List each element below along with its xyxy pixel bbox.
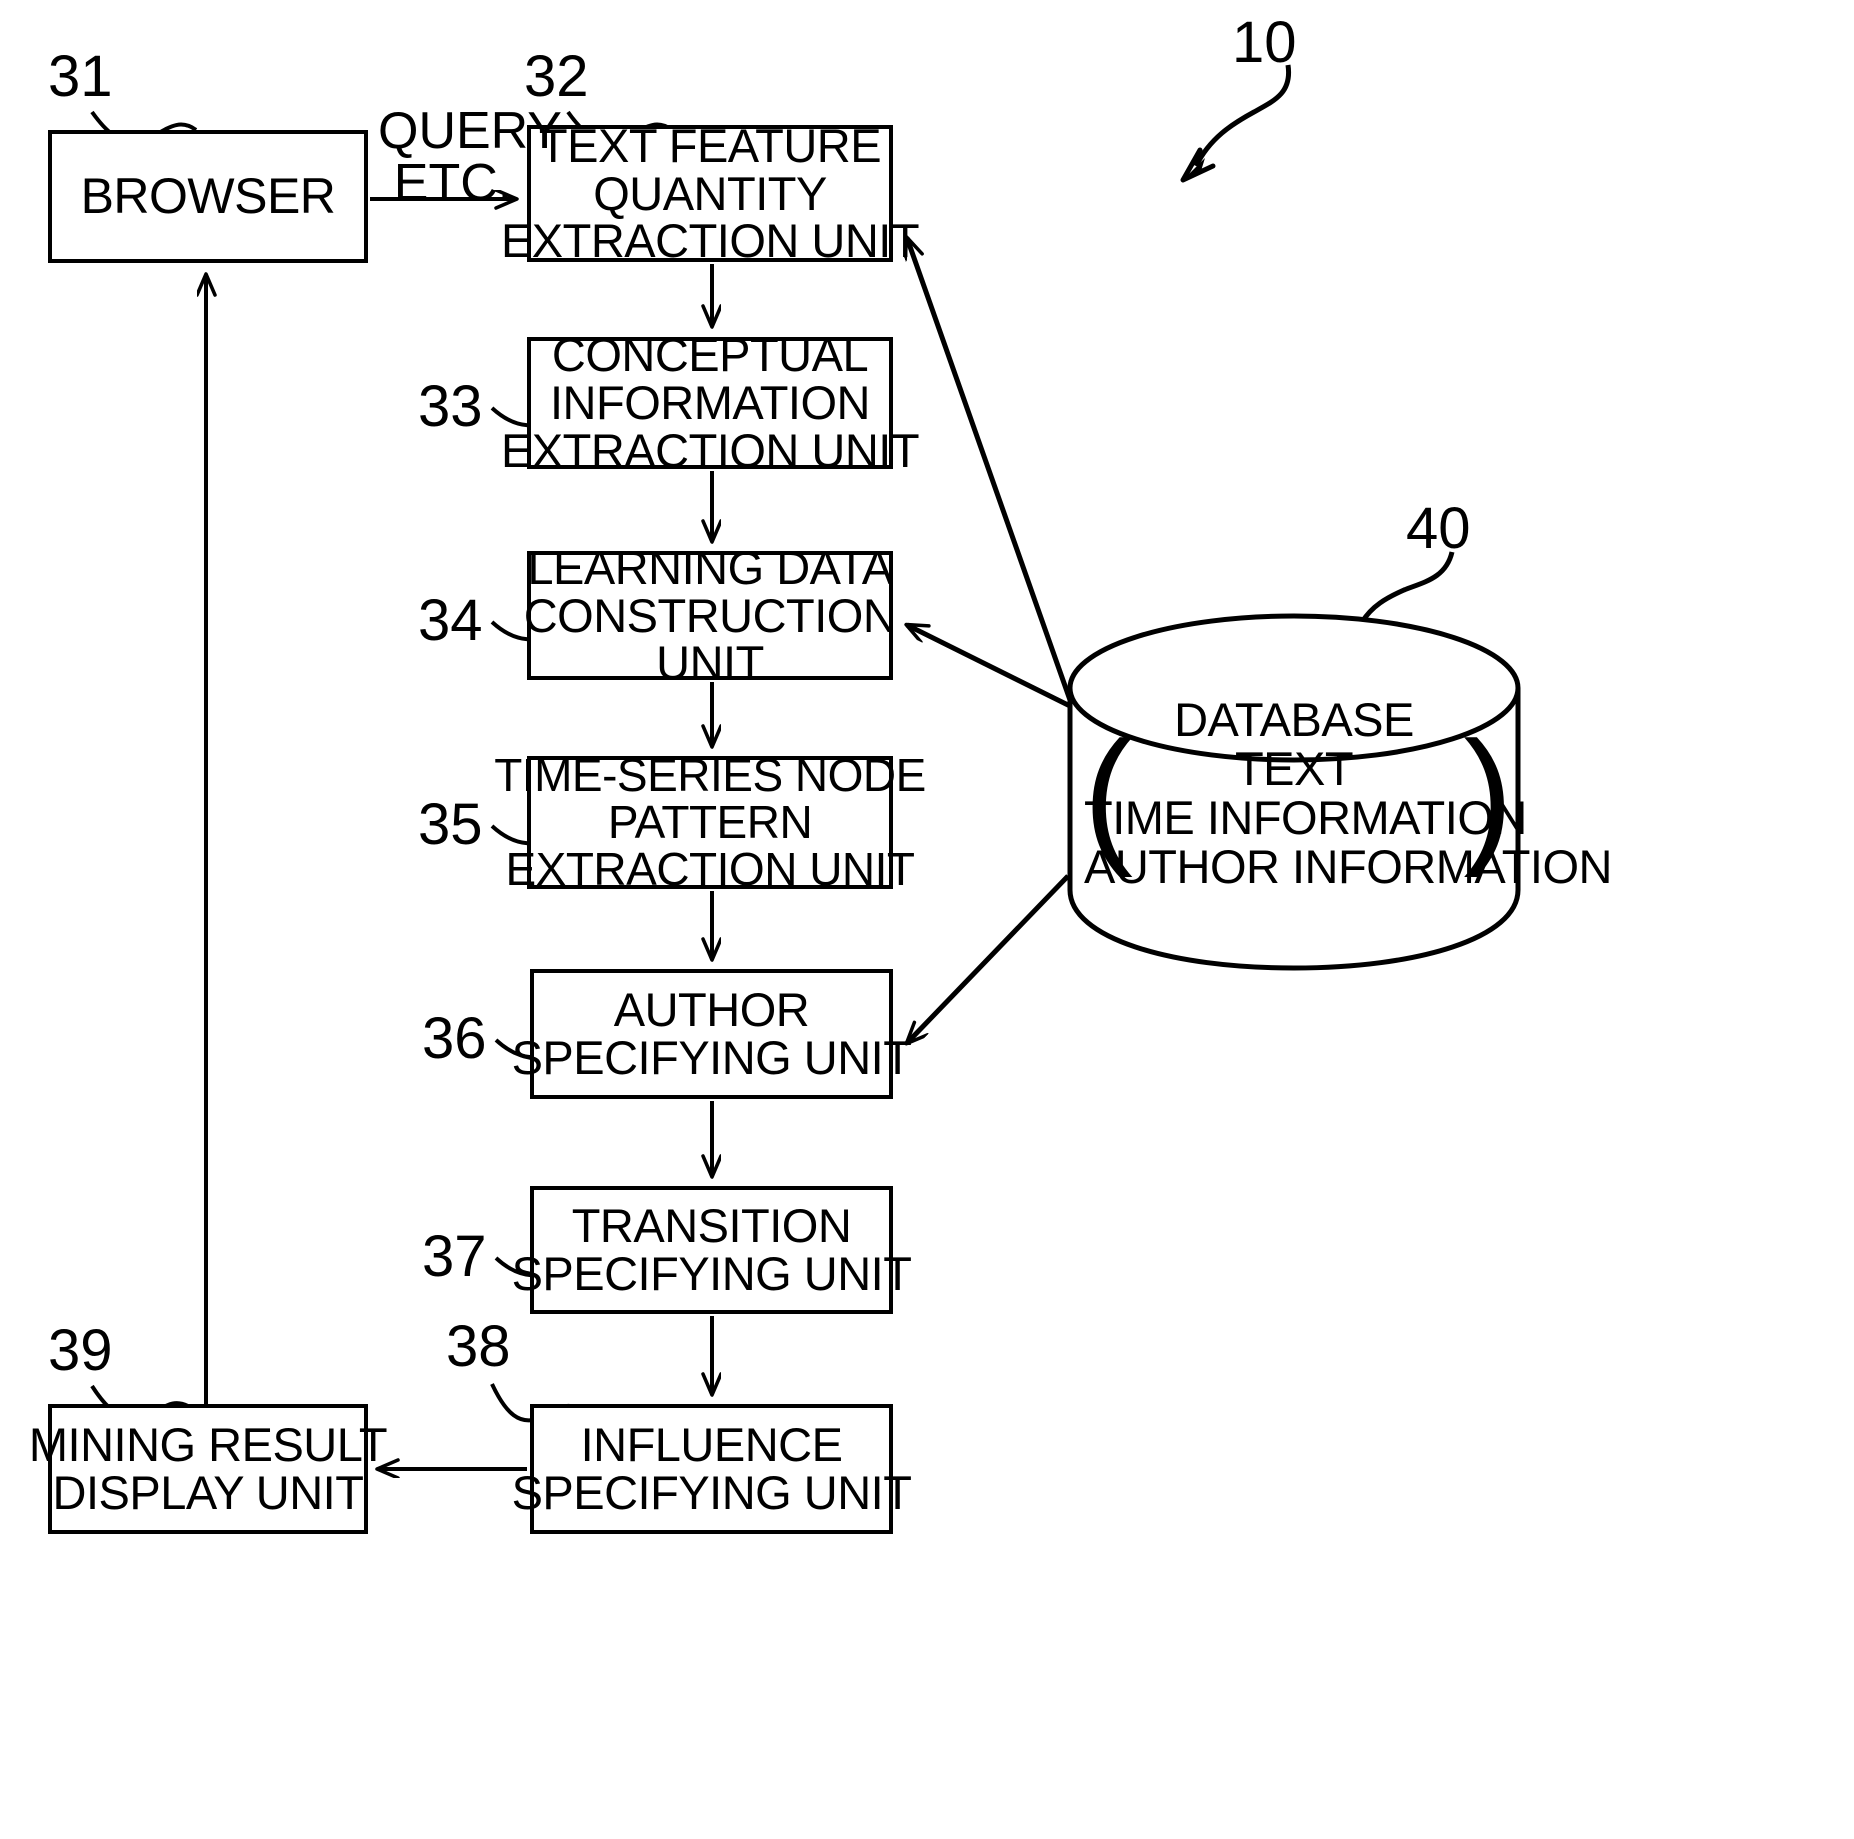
- node-box-learning-data-construction-unit[interactable]: LEARNING DATA CONSTRUCTION UNIT: [524, 543, 897, 687]
- node-box-time-series-node-pattern-extraction-unit[interactable]: TIME-SERIES NODE PATTERN EXTRACTION UNIT: [494, 752, 926, 893]
- ref-numeral-33: 33: [418, 374, 483, 439]
- lead-line-40: [1359, 551, 1455, 624]
- node-box-influence-specifying-unit[interactable]: INFLUENCE SPECIFYING UNIT: [512, 1404, 912, 1534]
- node-line: DISPLAY UNIT: [52, 1466, 364, 1519]
- node-box-mining-result-display-unit[interactable]: MINING RESULT DISPLAY UNIT: [29, 1404, 388, 1534]
- node-box-author-specifying-unit[interactable]: AUTHOR SPECIFYING UNIT: [512, 969, 912, 1099]
- node-line: TEXT FEATURE: [538, 118, 882, 172]
- node-line: EXTRACTION UNIT: [505, 842, 915, 895]
- database-field-text: TEXT: [1234, 741, 1354, 795]
- node-line: BROWSER: [80, 168, 336, 224]
- node-line: SPECIFYING UNIT: [511, 1247, 912, 1300]
- connector-database-to-34: [907, 622, 1072, 709]
- node-line: INFORMATION: [550, 376, 871, 430]
- query-label-line1: QUERY: [378, 102, 562, 160]
- diagram-connectors-layer: [90, 64, 1521, 1839]
- database-field-author-information: AUTHOR INFORMATION: [1084, 839, 1613, 893]
- ref-numeral-35: 35: [418, 792, 483, 857]
- database-bracket-open: (: [1083, 710, 1133, 878]
- database-title: DATABASE: [1174, 693, 1414, 746]
- query-etc-label: QUERY ETC.: [378, 105, 562, 212]
- ref-numeral-32: 32: [524, 44, 589, 109]
- database-bracket-close: ): [1463, 710, 1513, 878]
- node-line: INFLUENCE: [580, 1418, 843, 1472]
- node-box-transition-specifying-unit[interactable]: TRANSITION SPECIFYING UNIT: [512, 1186, 912, 1314]
- node-line: QUANTITY: [593, 166, 827, 220]
- ref-numeral-40: 40: [1406, 496, 1471, 561]
- node-box-text-feature-quantity-extraction-unit[interactable]: TEXT FEATURE QUANTITY EXTRACTION UNIT: [501, 118, 920, 265]
- ref-numeral-37: 37: [422, 1224, 487, 1289]
- ref-numeral-34: 34: [418, 588, 483, 653]
- connector-database-to-32: [907, 238, 1073, 701]
- node-line: AUTHOR: [613, 983, 810, 1037]
- patent-figure-diagram: BROWSER TEXT FEATURE QUANTITY EXTRACTION…: [0, 0, 1854, 1839]
- node-box-browser[interactable]: BROWSER: [48, 130, 368, 263]
- ref-numeral-10: 10: [1232, 10, 1297, 75]
- node-line: SPECIFYING UNIT: [511, 1031, 912, 1084]
- node-line: EXTRACTION UNIT: [500, 214, 920, 268]
- query-label-line2: ETC.: [393, 154, 513, 212]
- node-line: SPECIFYING UNIT: [511, 1466, 912, 1519]
- ref-numeral-38: 38: [446, 1314, 511, 1379]
- node-line: TRANSITION: [571, 1199, 852, 1253]
- node-line: MINING RESULT: [28, 1418, 388, 1472]
- connector-database-to-36: [907, 874, 1070, 1043]
- ref-numeral-31: 31: [48, 44, 113, 109]
- node-line: EXTRACTION UNIT: [500, 423, 920, 477]
- node-line: CONCEPTUAL: [551, 328, 869, 382]
- node-line: TIME-SERIES NODE: [494, 749, 926, 802]
- node-line: PATTERN: [607, 796, 813, 849]
- database-label: DATABASE TEXT TIME INFORMATION AUTHOR IN…: [1084, 693, 1613, 893]
- lead-arrow-10: [1180, 64, 1292, 183]
- ref-numeral-36: 36: [422, 1006, 487, 1071]
- node-line: LEARNING DATA: [527, 540, 893, 594]
- node-line: UNIT: [656, 636, 764, 690]
- database-field-time-information: TIME INFORMATION: [1084, 790, 1527, 844]
- node-box-conceptual-information-extraction-unit[interactable]: CONCEPTUAL INFORMATION EXTRACTION UNIT: [501, 331, 920, 475]
- ref-numeral-39: 39: [48, 1318, 113, 1383]
- node-line: CONSTRUCTION: [523, 588, 897, 642]
